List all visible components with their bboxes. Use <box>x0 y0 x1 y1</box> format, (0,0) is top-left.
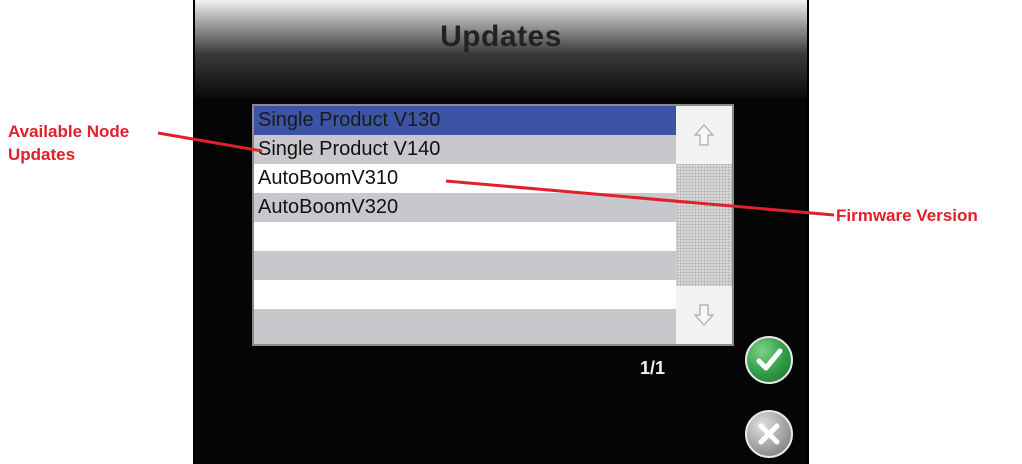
list-item[interactable] <box>254 309 678 344</box>
list-item[interactable]: Single Product V130 <box>254 106 678 135</box>
list-item-label: AutoBoomV310 <box>258 167 399 189</box>
x-icon <box>758 423 780 445</box>
list-item[interactable]: AutoBoomV320 <box>254 193 678 222</box>
callout-left-line1: Available Node <box>8 122 130 141</box>
list-item[interactable]: AutoBoomV310 <box>254 164 678 193</box>
list-item[interactable] <box>254 280 678 309</box>
title-bar: Updates <box>195 0 807 98</box>
list-item-label: AutoBoomV320 <box>258 196 399 218</box>
list-item[interactable] <box>254 251 678 280</box>
accept-button[interactable] <box>745 336 793 384</box>
arrow-down-icon <box>694 304 714 326</box>
callout-left-line2: Updates <box>8 145 76 164</box>
checkmark-icon <box>756 348 783 371</box>
page-title: Updates <box>440 20 562 53</box>
page-indicator: 1/1 <box>640 358 666 378</box>
updates-screen: Updates Single Product V130 Single Produ… <box>193 0 809 464</box>
list-item[interactable]: Single Product V140 <box>254 135 678 164</box>
arrow-up-icon <box>694 124 714 146</box>
scroll-down-button[interactable] <box>676 286 732 344</box>
callout-available-node-updates: Available Node Updates <box>8 120 129 166</box>
updates-list[interactable]: Single Product V130 Single Product V140 … <box>252 104 680 346</box>
scrollbar[interactable] <box>676 104 734 346</box>
callout-firmware-version: Firmware Version <box>836 206 978 225</box>
list-item-label: Single Product V130 <box>258 109 441 131</box>
scroll-up-button[interactable] <box>676 106 732 164</box>
list-item[interactable] <box>254 222 678 251</box>
cancel-button[interactable] <box>745 410 793 458</box>
list-item-label: Single Product V140 <box>258 138 441 160</box>
